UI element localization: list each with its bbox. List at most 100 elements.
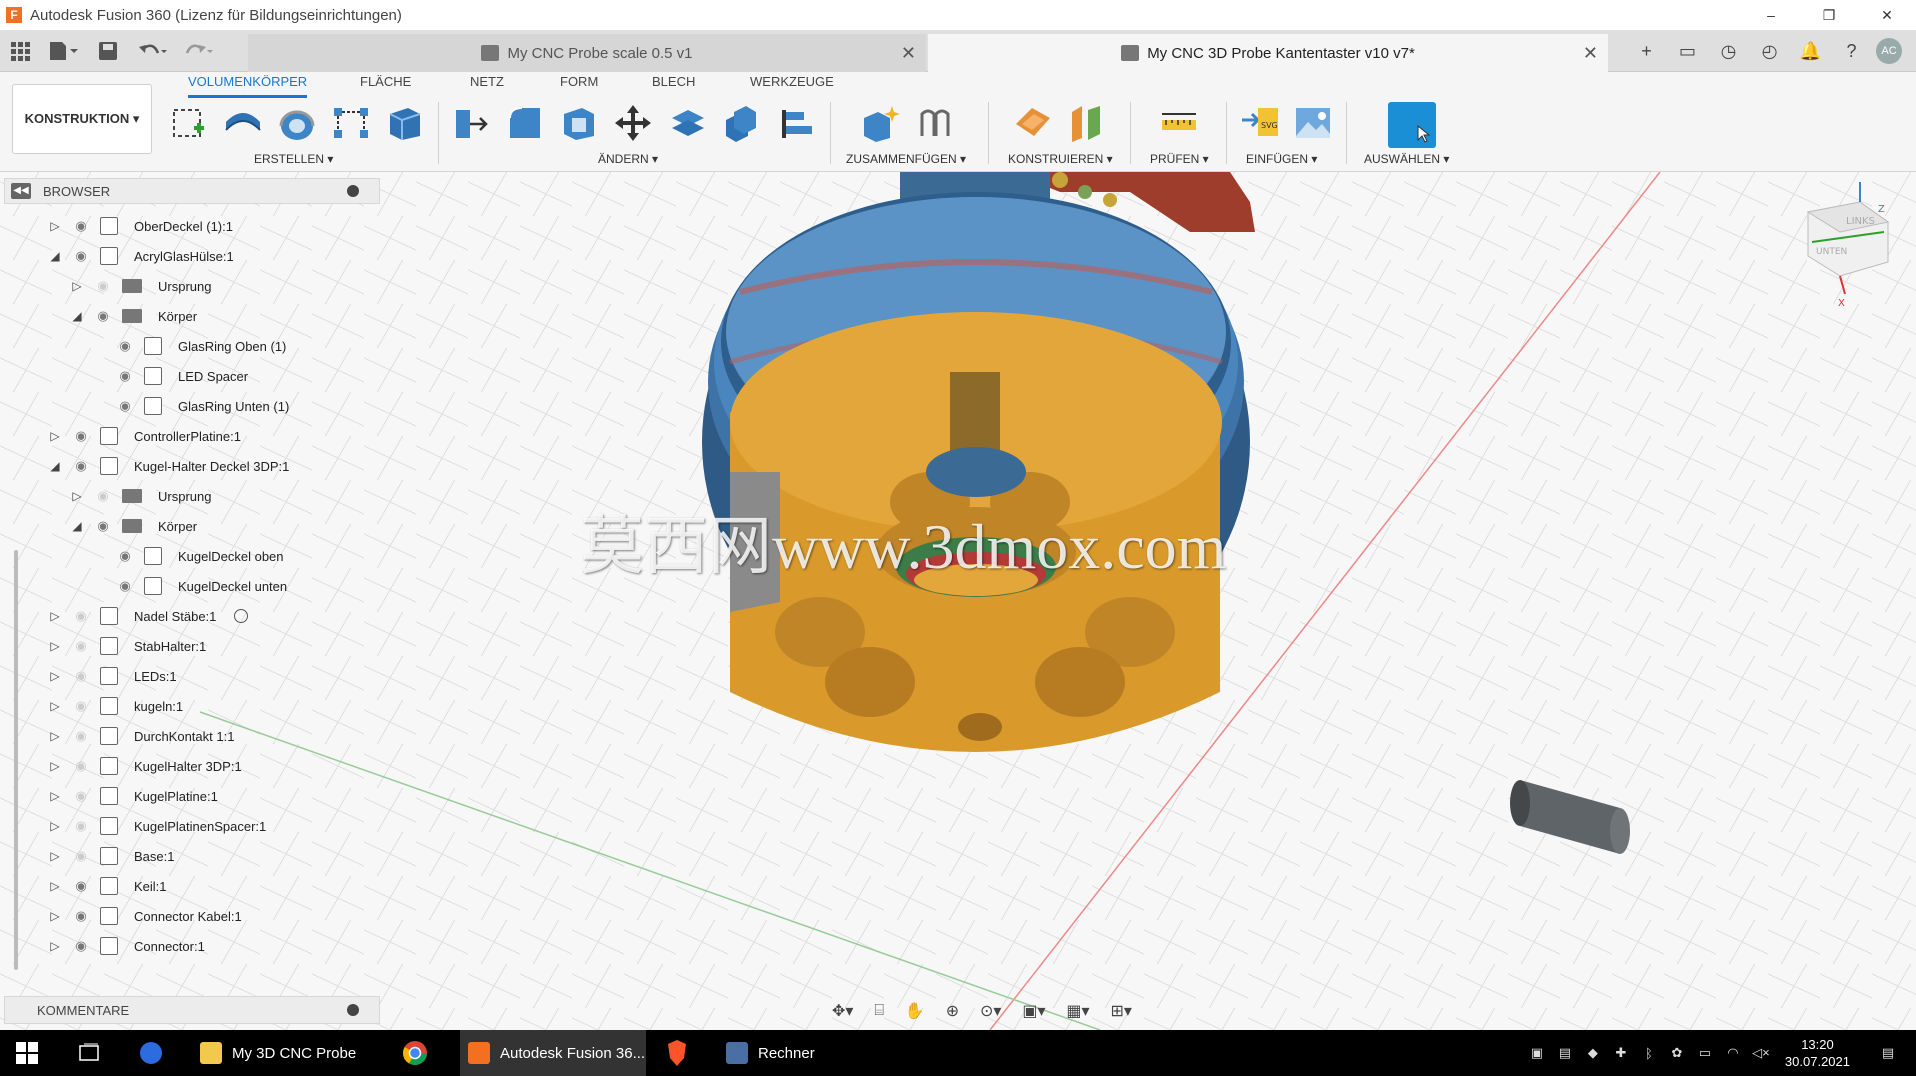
tray-battery-icon[interactable]: ▭: [1691, 1045, 1719, 1061]
collapsed-triangle-icon[interactable]: ▷: [48, 819, 62, 833]
visibility-eye-icon[interactable]: ◉: [114, 548, 136, 564]
collapse-panel-icon[interactable]: ◀◀: [11, 183, 31, 199]
visibility-eye-icon[interactable]: ◉: [70, 458, 92, 474]
taskbar-explorer-window[interactable]: My 3D CNC Probe: [200, 1030, 390, 1076]
browser-tree-row[interactable]: ◉ GlasRing Unten (1): [92, 392, 289, 420]
expanded-triangle-icon[interactable]: ◢: [70, 519, 84, 533]
new-component-icon[interactable]: [860, 102, 902, 144]
collapsed-triangle-icon[interactable]: ▷: [48, 759, 62, 773]
group-label-auswaehlen[interactable]: AUSWÄHLEN ▾: [1364, 152, 1449, 166]
shell-icon[interactable]: [558, 102, 600, 144]
new-tab-icon[interactable]: +: [1626, 41, 1667, 62]
visibility-eye-icon[interactable]: ◉: [70, 758, 92, 774]
tray-volume-icon[interactable]: ◁×: [1747, 1045, 1775, 1061]
browser-tree-row[interactable]: ▷ ◉ Connector Kabel:1: [48, 902, 242, 930]
redo-icon[interactable]: [184, 41, 214, 61]
browser-tree-row[interactable]: ▷ ◉ Base:1: [48, 842, 174, 870]
visibility-eye-icon[interactable]: ◉: [70, 668, 92, 684]
view-cube[interactable]: LINKS UNTEN Z X: [1806, 182, 1890, 309]
visibility-eye-icon[interactable]: ◉: [114, 578, 136, 594]
fit-icon[interactable]: ⊙▾: [980, 1001, 1001, 1021]
browser-tree-row[interactable]: ▷ ◉ Ursprung: [70, 482, 211, 510]
browser-tree-row[interactable]: ◢ ◉ AcrylGlasHülse:1: [48, 242, 234, 270]
browser-tree-row[interactable]: ◉ KugelDeckel oben: [92, 542, 284, 570]
visibility-eye-icon[interactable]: ◉: [70, 818, 92, 834]
visibility-eye-icon[interactable]: ◉: [114, 368, 136, 384]
taskbar-calculator[interactable]: Rechner: [726, 1030, 846, 1076]
help-icon[interactable]: ?: [1831, 41, 1872, 62]
grid-icon[interactable]: [10, 41, 30, 61]
browser-tree-row[interactable]: ▷ ◉ LEDs:1: [48, 662, 177, 690]
tray-shield-icon[interactable]: ◆: [1579, 1045, 1607, 1061]
visibility-eye-icon[interactable]: ◉: [70, 908, 92, 924]
clock-icon[interactable]: ◴: [1749, 41, 1790, 62]
notifications-icon[interactable]: 🔔: [1790, 41, 1831, 62]
browser-tree-row[interactable]: ◢ ◉ Körper: [70, 302, 197, 330]
insert-svg-icon[interactable]: SVG: [1240, 102, 1282, 144]
visibility-eye-icon[interactable]: ◉: [70, 428, 92, 444]
offset-plane-icon[interactable]: [1012, 102, 1054, 144]
browser-options-icon[interactable]: [347, 185, 359, 197]
notification-center-icon[interactable]: ▤: [1874, 1045, 1902, 1061]
collapsed-triangle-icon[interactable]: ▷: [48, 219, 62, 233]
fillet-icon[interactable]: [504, 102, 546, 144]
browser-tree-row[interactable]: ◉ KugelDeckel unten: [92, 572, 287, 600]
zoom-icon[interactable]: ⊕: [946, 1001, 959, 1021]
move-icon[interactable]: [612, 102, 654, 144]
task-view-button[interactable]: [78, 1030, 100, 1076]
visibility-eye-icon[interactable]: ◉: [70, 248, 92, 264]
collapsed-triangle-icon[interactable]: ▷: [70, 489, 84, 503]
visibility-eye-icon[interactable]: ◉: [70, 878, 92, 894]
viewports-icon[interactable]: ⊞▾: [1110, 1001, 1131, 1021]
tray-gpu-icon[interactable]: ▤: [1551, 1045, 1579, 1061]
close-window-button[interactable]: ✕: [1858, 0, 1916, 30]
browser-tree-row[interactable]: ▷ ◉ Ursprung: [70, 272, 211, 300]
tab-cnc-3d-probe-kantentaster[interactable]: My CNC 3D Probe Kantentaster v10 v7* ✕: [928, 34, 1608, 72]
press-pull-icon[interactable]: [450, 102, 492, 144]
tray-sync-icon[interactable]: ✿: [1663, 1045, 1691, 1061]
group-label-pruefen[interactable]: PRÜFEN ▾: [1150, 152, 1209, 166]
tab-blech[interactable]: BLECH: [652, 74, 695, 95]
orbit-icon[interactable]: ✥▾: [832, 1001, 853, 1021]
browser-tree-row[interactable]: ▷ ◉ KugelPlatine:1: [48, 782, 218, 810]
pattern-icon[interactable]: [330, 102, 372, 144]
visibility-eye-icon[interactable]: ◉: [114, 398, 136, 414]
tray-bluetooth-icon[interactable]: ᛒ: [1635, 1046, 1663, 1061]
visibility-eye-icon[interactable]: ◉: [70, 848, 92, 864]
collapsed-triangle-icon[interactable]: ▷: [48, 609, 62, 623]
revolve-icon[interactable]: [276, 102, 318, 144]
browser-tree-row[interactable]: ▷ ◉ KugelHalter 3DP:1: [48, 752, 242, 780]
visibility-eye-icon[interactable]: ◉: [114, 338, 136, 354]
browser-tree-row[interactable]: ▷ ◉ kugeln:1: [48, 692, 183, 720]
browser-tree-row[interactable]: ▷ ◉ Keil:1: [48, 872, 167, 900]
minimize-button[interactable]: –: [1742, 0, 1800, 30]
align-icon[interactable]: [666, 102, 708, 144]
visibility-eye-icon[interactable]: ◉: [70, 698, 92, 714]
tray-security-icon[interactable]: ✚: [1607, 1045, 1635, 1061]
box-icon[interactable]: [384, 102, 426, 144]
extrude-icon[interactable]: [222, 102, 264, 144]
taskbar-fusion-window[interactable]: Autodesk Fusion 36...: [460, 1030, 646, 1076]
collapsed-triangle-icon[interactable]: ▷: [48, 789, 62, 803]
display-settings-icon[interactable]: ▣▾: [1022, 1001, 1045, 1021]
group-label-aendern[interactable]: ÄNDERN ▾: [598, 152, 658, 166]
browser-tree-row[interactable]: ◢ ◉ Körper: [70, 512, 197, 540]
browser-tree-row[interactable]: ▷ ◉ DurchKontakt 1:1: [48, 722, 234, 750]
group-label-einfuegen[interactable]: EINFÜGEN ▾: [1246, 152, 1317, 166]
job-status-icon[interactable]: ▭: [1667, 41, 1708, 62]
collapsed-triangle-icon[interactable]: ▷: [48, 939, 62, 953]
look-at-icon[interactable]: ⌸: [874, 1002, 884, 1020]
close-tab-icon[interactable]: ✕: [1583, 43, 1598, 64]
save-icon[interactable]: [98, 41, 118, 61]
create-sketch-icon[interactable]: [168, 102, 210, 144]
keil-part[interactable]: [1510, 780, 1630, 854]
collapsed-triangle-icon[interactable]: ▷: [48, 909, 62, 923]
comments-panel[interactable]: KOMMENTARE: [4, 996, 380, 1024]
collapsed-triangle-icon[interactable]: ▷: [48, 669, 62, 683]
file-icon[interactable]: [48, 41, 78, 61]
tab-netz[interactable]: NETZ: [470, 74, 504, 95]
tab-werkzeuge[interactable]: WERKZEUGE: [750, 74, 834, 95]
start-button[interactable]: [16, 1030, 38, 1076]
tray-app-icon[interactable]: ▣: [1523, 1045, 1551, 1061]
expanded-triangle-icon[interactable]: ◢: [48, 249, 62, 263]
